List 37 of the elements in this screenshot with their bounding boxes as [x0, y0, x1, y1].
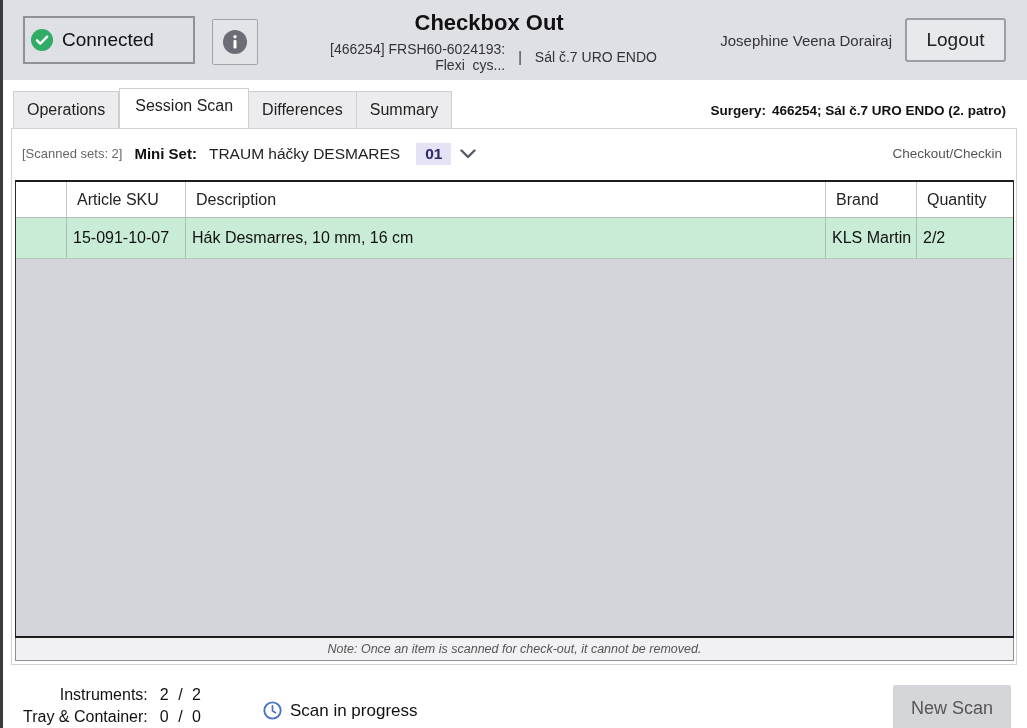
total-label: Tray & Container: [23, 707, 148, 726]
column-header: Article SKU [66, 182, 185, 217]
tab[interactable]: Session Scan [119, 88, 250, 128]
mini-set-name: TRAUM háčky DESMARES [208, 144, 401, 163]
mode-label: Checkout/Checkin [892, 146, 1002, 161]
table-cell: Hák Desmarres, 10 mm, 16 cm [185, 218, 825, 258]
column-header: Description [185, 182, 825, 217]
total-label: Instruments: [58, 685, 148, 704]
table-cell: 2/2 [916, 218, 1013, 258]
separator: | [518, 48, 522, 65]
table-cell: KLS Martin [825, 218, 916, 258]
user-name: Josephine Veena Dorairaj [720, 32, 892, 49]
set-number-badge: 01 [416, 142, 452, 165]
table-cell: 15-091-10-07 [66, 218, 185, 258]
tab[interactable]: Summary [356, 91, 453, 128]
logout-button[interactable]: Logout [905, 18, 1006, 62]
tab[interactable]: Differences [249, 91, 357, 128]
scanned-sets-count: [Scanned sets: 2] [22, 146, 123, 161]
room-name: Sál č.7 URO ENDO [534, 48, 657, 65]
total-value: 2 / 2 [159, 685, 201, 704]
surgery-label: Surgery: [710, 103, 766, 118]
scan-status: Scan in progress [289, 700, 418, 721]
window-title: Checkbox Out [414, 9, 564, 36]
table-row[interactable]: 15-091-10-07 Hák Desmarres, 10 mm, 16 cm KLS Martin 2/2 [16, 218, 1013, 259]
operation-name: [466254] FRSH60-6024193: Flexi cys... [329, 40, 506, 73]
clock-icon [262, 701, 282, 720]
total-value: 0 / 0 [159, 707, 201, 726]
info-icon [223, 29, 247, 54]
connection-label: Connected [62, 29, 154, 51]
mini-set-label: Mini Set: [134, 145, 197, 162]
note-text: Note: Once an item is scanned for check-out, it cannot be removed. [327, 642, 702, 656]
column-header: Brand [825, 182, 916, 217]
chevron-down-icon[interactable] [460, 148, 477, 159]
tab[interactable]: Operations [13, 91, 120, 128]
surgery-info: 466254; Sál č.7 URO ENDO (2. patro) [771, 103, 1006, 118]
info-button[interactable] [212, 18, 258, 65]
column-header: Quantity [916, 182, 1013, 217]
